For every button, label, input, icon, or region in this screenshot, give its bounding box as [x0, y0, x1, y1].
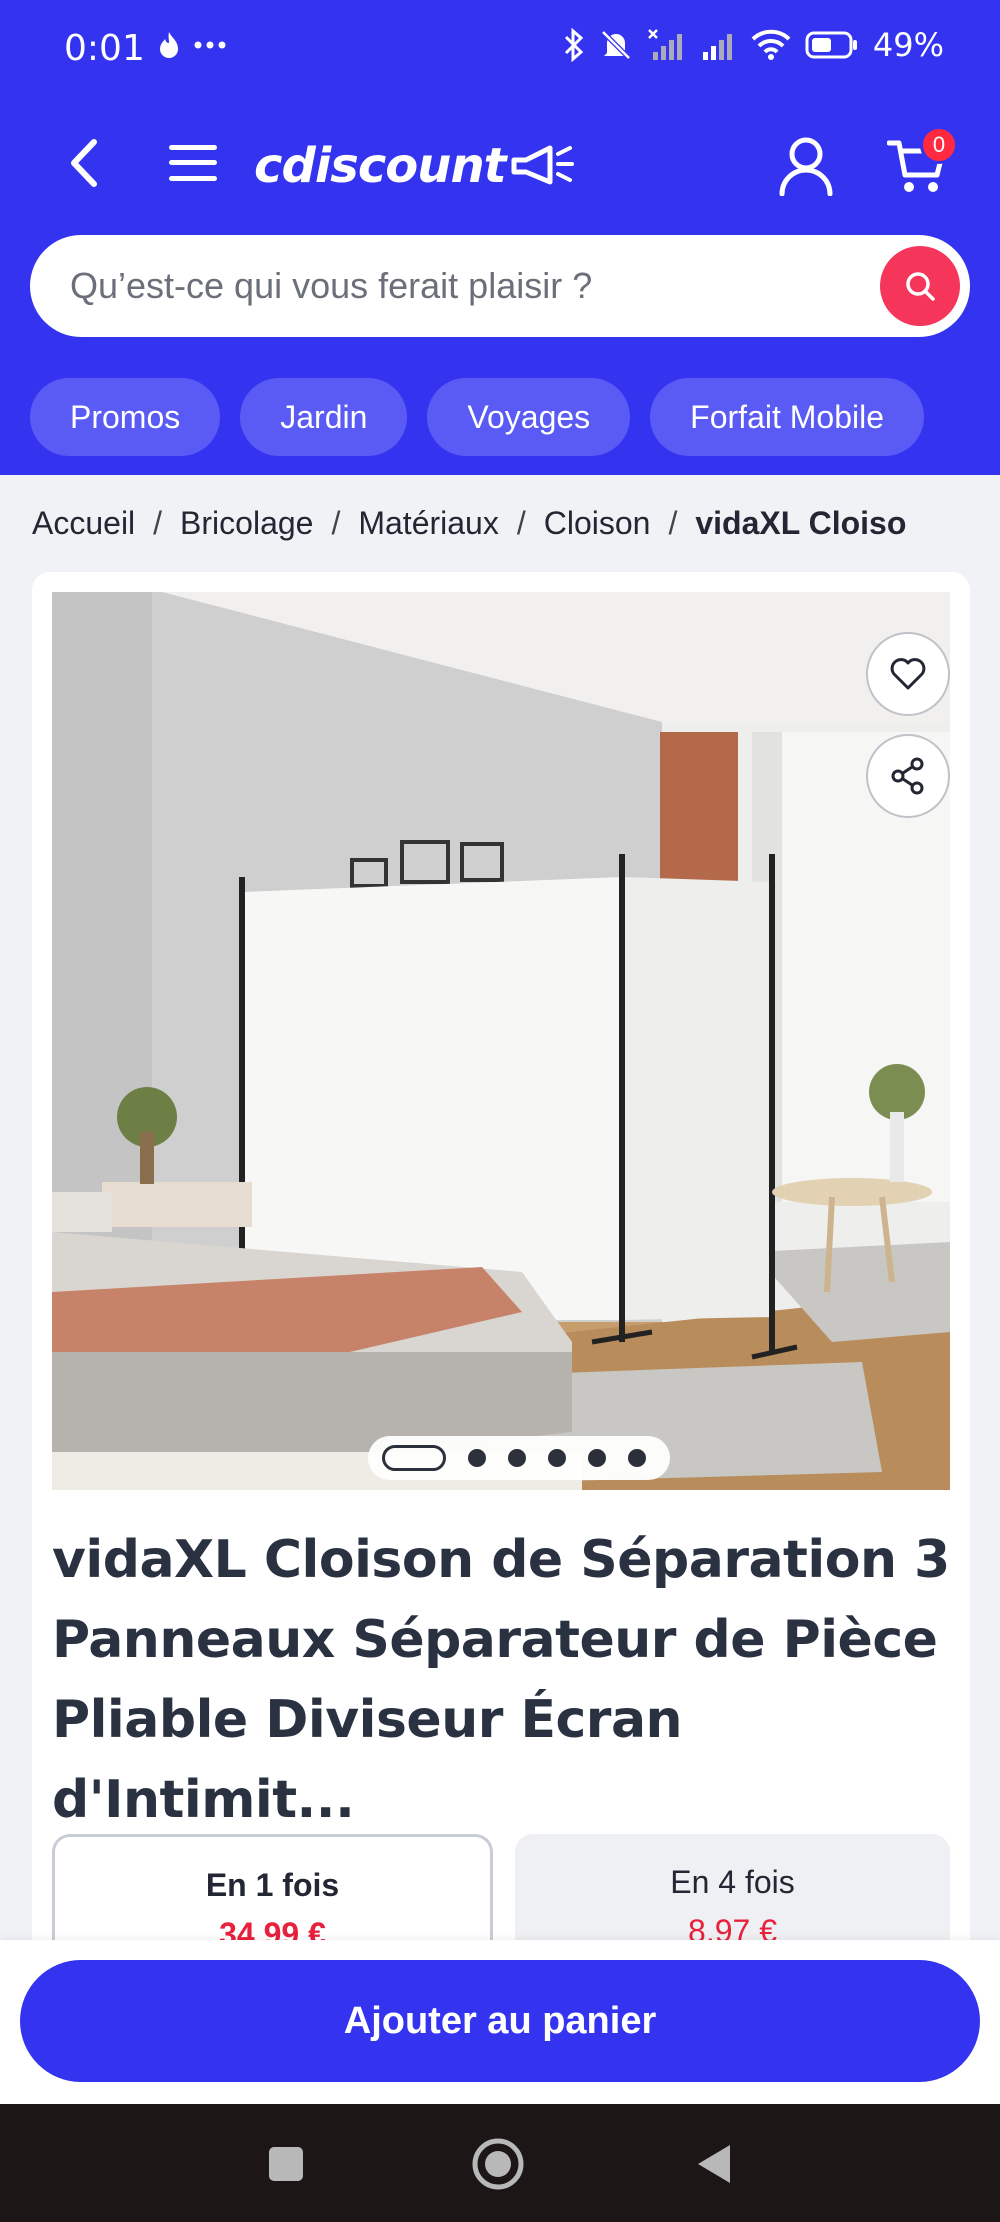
signal-off-icon — [647, 29, 682, 60]
cart-count-badge: 0 — [920, 126, 958, 164]
chip-jardin[interactable]: Jardin — [240, 378, 408, 456]
carousel-indicators — [368, 1436, 670, 1480]
menu-button[interactable] — [158, 128, 228, 198]
megaphone-icon — [511, 145, 574, 185]
breadcrumb-separator: / — [153, 504, 163, 541]
user-icon — [779, 137, 833, 196]
product-card: vidaXL Cloison de Séparation 3 Panneaux … — [32, 572, 970, 1994]
search-input[interactable] — [70, 235, 850, 337]
carousel-dot[interactable] — [468, 1449, 486, 1467]
battery-icon — [805, 31, 857, 59]
home-button[interactable] — [470, 2136, 526, 2192]
breadcrumb-separator: / — [331, 504, 341, 541]
logo-text: cdiscount — [254, 138, 507, 194]
account-button[interactable] — [770, 130, 842, 202]
chip-forfait-mobile[interactable]: Forfait Mobile — [650, 378, 925, 456]
category-chips: Promos Jardin Voyages Forfait Mobile — [30, 378, 925, 456]
more-icon — [194, 41, 226, 49]
carousel-dot-active[interactable] — [382, 1445, 446, 1471]
breadcrumb: Accueil / Bricolage / Matériaux / Cloiso… — [32, 498, 1000, 548]
battery-percent: 49% — [872, 26, 944, 64]
menu-icon — [169, 145, 217, 181]
carousel-dot[interactable] — [588, 1449, 606, 1467]
cdiscount-logo[interactable]: cdiscount — [254, 136, 576, 196]
mute-bell-icon — [601, 30, 631, 60]
product-image[interactable] — [52, 592, 950, 1490]
product-title: vidaXL Cloison de Séparation 3 Panneaux … — [52, 1530, 950, 1830]
square-icon — [269, 2147, 303, 2181]
breadcrumb-item[interactable]: Bricolage — [180, 505, 313, 542]
status-bar: 0:01 49% — [0, 0, 1000, 100]
site-header: cdiscount 0 Promos Jardin Voyages Forfai… — [0, 100, 1000, 475]
search-button[interactable] — [880, 246, 960, 326]
carousel-dot[interactable] — [508, 1449, 526, 1467]
breadcrumb-item[interactable]: Cloison — [544, 505, 651, 542]
bluetooth-icon — [564, 28, 584, 62]
system-back-button[interactable] — [686, 2136, 742, 2192]
signal-icon — [702, 34, 732, 60]
heart-icon — [890, 658, 926, 690]
room-divider-photo — [52, 592, 950, 1490]
search-bar — [30, 235, 970, 337]
add-to-cart-button[interactable]: Ajouter au panier — [20, 1960, 980, 2082]
status-notification-icons — [156, 30, 226, 60]
chip-voyages[interactable]: Voyages — [427, 378, 631, 456]
carousel-dot[interactable] — [548, 1449, 566, 1467]
recents-button[interactable] — [258, 2136, 314, 2192]
status-time: 0:01 — [64, 28, 145, 69]
breadcrumb-separator: / — [516, 504, 526, 541]
breadcrumb-separator: / — [668, 504, 678, 541]
system-nav-bar — [0, 2104, 1000, 2222]
triangle-back-icon — [698, 2145, 730, 2183]
share-icon — [891, 757, 924, 795]
favorite-button[interactable] — [866, 632, 950, 716]
pay-option-label: En 1 fois — [205, 1867, 340, 1903]
home-circle-icon — [472, 2138, 524, 2190]
carousel-dot[interactable] — [628, 1449, 646, 1467]
cart-button[interactable]: 0 — [878, 126, 958, 202]
share-button[interactable] — [866, 734, 950, 818]
breadcrumb-item[interactable]: Accueil — [32, 505, 135, 542]
search-icon — [906, 272, 935, 301]
back-button[interactable] — [48, 128, 118, 198]
top-bar: cdiscount 0 — [0, 100, 1000, 230]
flame-icon — [160, 32, 178, 58]
breadcrumb-current: vidaXL Cloiso — [695, 504, 907, 541]
back-icon — [71, 139, 97, 187]
chip-promos[interactable]: Promos — [30, 378, 221, 456]
sticky-cart-bar: Ajouter au panier — [0, 1940, 1000, 2104]
breadcrumb-item[interactable]: Matériaux — [358, 505, 499, 542]
wifi-icon — [751, 29, 791, 60]
status-system-icons: 49% — [563, 26, 944, 64]
pay-option-label: En 4 fois — [670, 1864, 795, 1900]
